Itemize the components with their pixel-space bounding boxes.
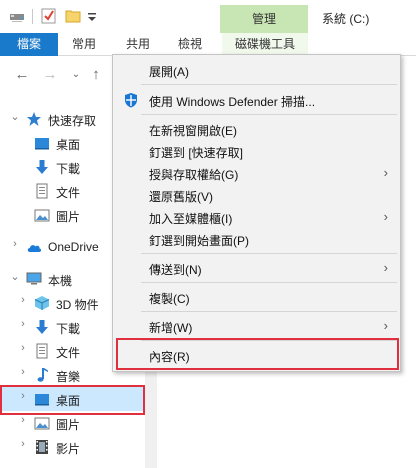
sidebar-item-label: 文件 bbox=[56, 186, 81, 200]
document-icon bbox=[36, 343, 48, 359]
chevron-right-icon[interactable]: › bbox=[9, 238, 21, 250]
tab-file[interactable]: 檔案 bbox=[0, 33, 58, 56]
document-icon bbox=[36, 183, 48, 199]
chevron-right-icon[interactable]: › bbox=[17, 342, 29, 354]
context-menu: 展開(A) 使用 Windows Defender 掃描... 在新視窗開啟(E… bbox=[112, 54, 401, 372]
chevron-right-icon[interactable]: › bbox=[17, 294, 29, 306]
menu-separator bbox=[141, 311, 397, 312]
tab-view[interactable]: 檢視 bbox=[170, 33, 210, 56]
properties-icon[interactable] bbox=[40, 7, 58, 25]
chevron-right-icon[interactable]: › bbox=[17, 366, 29, 378]
menu-item-label: 使用 Windows Defender 掃描... bbox=[149, 95, 316, 109]
menu-item-label: 新增(W) bbox=[149, 321, 193, 335]
sidebar-item-label: OneDrive bbox=[48, 240, 99, 254]
highlight-box-properties bbox=[116, 338, 399, 370]
menu-separator bbox=[141, 253, 397, 254]
download-icon bbox=[36, 320, 48, 334]
sidebar-item-label: 本機 bbox=[48, 274, 73, 288]
title-bar: 管理 系統 (C:) bbox=[0, 0, 416, 33]
menu-item-label: 在新視窗開啟(E) bbox=[149, 124, 237, 138]
chevron-down-icon[interactable]: ⌄ bbox=[9, 270, 21, 283]
submenu-arrow-icon: › bbox=[383, 165, 388, 180]
menu-item-label: 釘選到開始畫面(P) bbox=[149, 234, 249, 248]
sidebar-item-label: 影片 bbox=[56, 442, 81, 456]
menu-item-label: 展開(A) bbox=[149, 65, 189, 79]
ribbon-tabs: 檔案 常用 共用 檢視 磁碟機工具 bbox=[0, 33, 416, 56]
submenu-arrow-icon: › bbox=[383, 260, 388, 275]
chevron-right-icon[interactable]: › bbox=[17, 438, 29, 450]
menu-item-label: 還原舊版(V) bbox=[149, 190, 213, 204]
sidebar-item-label: 3D 物件 bbox=[56, 298, 99, 312]
back-arrow-icon[interactable]: ← bbox=[12, 66, 32, 84]
menu-separator bbox=[141, 84, 397, 85]
picture-icon bbox=[34, 417, 50, 430]
menu-item-include-library[interactable]: 加入至媒體櫃(I) › bbox=[113, 206, 400, 228]
sidebar-item-videos[interactable]: › 影片 bbox=[0, 435, 145, 459]
sidebar-item-label: 下載 bbox=[56, 162, 81, 176]
picture-icon bbox=[34, 209, 50, 222]
menu-item-new[interactable]: 新增(W) › bbox=[113, 315, 400, 337]
quick-access-separator bbox=[32, 9, 33, 24]
menu-item-pin-start[interactable]: 釘選到開始畫面(P) bbox=[113, 228, 400, 250]
customize-toolbar-icon[interactable] bbox=[86, 7, 98, 25]
star-icon bbox=[27, 112, 41, 126]
chevron-down-icon[interactable]: ⌄ bbox=[9, 110, 21, 123]
recent-locations-icon[interactable]: ⌄ bbox=[66, 66, 86, 84]
music-icon bbox=[37, 368, 48, 382]
menu-item-pin-quick-access[interactable]: 釘選到 [快速存取] bbox=[113, 140, 400, 162]
sidebar-item-label: 下載 bbox=[56, 322, 81, 336]
menu-item-label: 加入至媒體櫃(I) bbox=[149, 212, 233, 226]
menu-item-defender-scan[interactable]: 使用 Windows Defender 掃描... bbox=[113, 89, 400, 111]
sidebar-item-label: 音樂 bbox=[56, 370, 81, 384]
chevron-right-icon[interactable]: › bbox=[17, 414, 29, 426]
tab-home[interactable]: 常用 bbox=[64, 33, 104, 56]
system-menu-icon[interactable] bbox=[8, 7, 28, 25]
highlight-box-desktop bbox=[0, 385, 145, 415]
up-arrow-icon[interactable]: ↑ bbox=[86, 66, 106, 84]
sidebar-item-label: 圖片 bbox=[56, 418, 81, 432]
menu-item-label: 授與存取權給(G) bbox=[149, 168, 239, 182]
tab-drive-tools[interactable]: 磁碟機工具 bbox=[222, 33, 308, 56]
chevron-right-icon[interactable]: › bbox=[17, 318, 29, 330]
tab-share[interactable]: 共用 bbox=[118, 33, 158, 56]
sidebar-item-label: 文件 bbox=[56, 346, 81, 360]
menu-item-label: 傳送到(N) bbox=[149, 263, 202, 277]
sidebar-item-label: 快速存取 bbox=[48, 114, 97, 128]
menu-item-restore-versions[interactable]: 還原舊版(V) bbox=[113, 184, 400, 206]
menu-item-give-access[interactable]: 授與存取權給(G) › bbox=[113, 162, 400, 184]
new-folder-icon[interactable] bbox=[64, 7, 82, 25]
computer-icon bbox=[26, 272, 42, 285]
sidebar-item-label: 圖片 bbox=[56, 210, 81, 224]
menu-separator bbox=[141, 114, 397, 115]
download-icon bbox=[36, 160, 48, 174]
menu-item-copy[interactable]: 複製(C) bbox=[113, 286, 400, 308]
sidebar-item-label: 桌面 bbox=[56, 138, 81, 152]
desktop-folder-icon bbox=[35, 138, 49, 150]
submenu-arrow-icon: › bbox=[383, 318, 388, 333]
menu-item-open-new-window[interactable]: 在新視窗開啟(E) bbox=[113, 118, 400, 140]
manage-tab[interactable]: 管理 bbox=[220, 5, 308, 33]
forward-arrow-icon[interactable]: → bbox=[40, 66, 60, 84]
window-title: 系統 (C:) bbox=[322, 12, 370, 26]
menu-item-label: 釘選到 [快速存取] bbox=[149, 146, 244, 160]
windows-defender-shield-icon bbox=[125, 93, 137, 108]
menu-item-label: 複製(C) bbox=[149, 292, 190, 306]
3d-objects-icon bbox=[34, 296, 50, 310]
submenu-arrow-icon: › bbox=[383, 209, 388, 224]
menu-item-expand[interactable]: 展開(A) bbox=[113, 59, 400, 81]
menu-item-send-to[interactable]: 傳送到(N) › bbox=[113, 257, 400, 279]
video-icon bbox=[36, 440, 48, 454]
cloud-icon bbox=[27, 245, 42, 252]
menu-separator bbox=[141, 282, 397, 283]
